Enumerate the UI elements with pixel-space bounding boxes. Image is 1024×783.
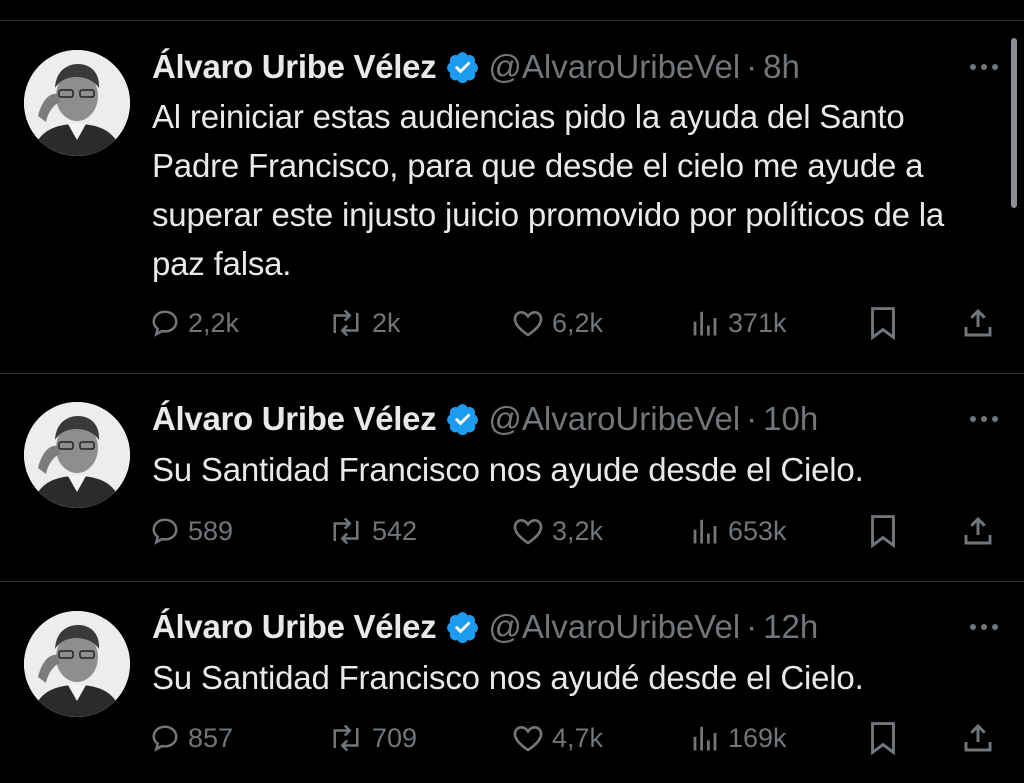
share-icon [964, 723, 992, 752]
author-name[interactable]: Álvaro Uribe Vélez [152, 605, 437, 649]
views-count: 371k [728, 307, 787, 338]
action-bar: 857 709 4,7k 169k [150, 716, 1000, 760]
views-icon [693, 311, 717, 336]
scrollbar[interactable] [1011, 38, 1017, 208]
tweet[interactable]: Álvaro Uribe Vélez @AlvaroUribeVel · 12h… [0, 582, 1024, 783]
bookmark-icon [871, 515, 895, 548]
views-icon [693, 519, 717, 544]
avatar[interactable] [24, 50, 130, 156]
bookmark-button[interactable] [868, 716, 898, 760]
bookmark-icon [871, 307, 895, 340]
separator-dot: · [746, 48, 758, 85]
reply-icon [152, 518, 178, 545]
separator-dot: · [746, 608, 758, 645]
separator-dot: · [746, 400, 758, 437]
tweet-text: Su Santidad Francisco nos ayudé desde el… [152, 659, 864, 696]
views-button[interactable]: 169k [690, 716, 787, 760]
like-icon [513, 518, 543, 545]
like-count: 4,7k [552, 722, 604, 753]
like-button[interactable]: 3,2k [512, 509, 603, 553]
views-button[interactable]: 653k [690, 509, 787, 553]
timeline: Álvaro Uribe Vélez @AlvaroUribeVel · 8h … [0, 0, 1024, 783]
more-icon[interactable] [964, 45, 1004, 89]
reply-button[interactable]: 589 [150, 509, 233, 553]
share-icon [964, 308, 992, 337]
author-name[interactable]: Álvaro Uribe Vélez [152, 45, 437, 89]
repost-count: 542 [372, 515, 418, 546]
avatar[interactable] [24, 402, 130, 508]
reply-icon [152, 725, 178, 752]
repost-count: 709 [372, 722, 418, 753]
reply-count: 589 [188, 515, 234, 546]
tweet-header: Álvaro Uribe Vélez @AlvaroUribeVel · 12h [152, 605, 1004, 649]
author-handle[interactable]: @AlvaroUribeVel [488, 605, 740, 649]
share-button[interactable] [962, 301, 994, 345]
repost-button[interactable]: 709 [328, 716, 417, 760]
reply-count: 857 [188, 722, 234, 753]
tweet-header: Álvaro Uribe Vélez @AlvaroUribeVel · 10h [152, 397, 1004, 441]
avatar[interactable] [24, 611, 130, 717]
action-bar: 589 542 3,2k 653k [150, 509, 1000, 553]
like-count: 6,2k [552, 307, 604, 338]
bookmark-button[interactable] [868, 301, 898, 345]
share-icon [964, 516, 992, 545]
author-handle[interactable]: @AlvaroUribeVel [488, 45, 740, 89]
like-count: 3,2k [552, 515, 604, 546]
reply-icon [152, 310, 178, 337]
repost-icon [333, 517, 359, 545]
tweet[interactable]: Álvaro Uribe Vélez @AlvaroUribeVel · 8h … [0, 21, 1024, 374]
repost-button[interactable]: 2k [328, 301, 401, 345]
like-icon [513, 310, 543, 337]
repost-icon [333, 724, 359, 752]
timestamp[interactable]: 10h [763, 397, 818, 441]
verified-badge-icon [447, 52, 479, 84]
bookmark-button[interactable] [868, 509, 898, 553]
repost-icon [333, 309, 359, 337]
repost-button[interactable]: 542 [328, 509, 417, 553]
views-count: 169k [728, 722, 787, 753]
reply-button[interactable]: 857 [150, 716, 233, 760]
bookmark-icon [871, 722, 895, 755]
like-button[interactable]: 6,2k [512, 301, 603, 345]
author-handle[interactable]: @AlvaroUribeVel [488, 397, 740, 441]
more-icon[interactable] [964, 605, 1004, 649]
views-count: 653k [728, 515, 787, 546]
tweet-text: Su Santidad Francisco nos ayude desde el… [152, 451, 864, 488]
repost-count: 2k [372, 307, 401, 338]
verified-badge-icon [447, 612, 479, 644]
share-button[interactable] [962, 509, 994, 553]
tweet-text: Al reiniciar estas audiencias pido la ay… [152, 98, 945, 282]
verified-badge-icon [447, 404, 479, 436]
timestamp[interactable]: 8h [763, 45, 800, 89]
more-icon[interactable] [964, 397, 1004, 441]
share-button[interactable] [962, 716, 994, 760]
reply-count: 2,2k [188, 307, 240, 338]
reply-button[interactable]: 2,2k [150, 301, 239, 345]
tweet[interactable]: Álvaro Uribe Vélez @AlvaroUribeVel · 10h… [0, 374, 1024, 582]
views-button[interactable]: 371k [690, 301, 787, 345]
action-bar: 2,2k 2k 6,2k 371k [150, 301, 1000, 345]
tweet-header: Álvaro Uribe Vélez @AlvaroUribeVel · 8h [152, 45, 1004, 89]
author-name[interactable]: Álvaro Uribe Vélez [152, 397, 437, 441]
timestamp[interactable]: 12h [763, 605, 818, 649]
like-icon [513, 725, 543, 752]
views-icon [693, 726, 717, 751]
like-button[interactable]: 4,7k [512, 716, 603, 760]
